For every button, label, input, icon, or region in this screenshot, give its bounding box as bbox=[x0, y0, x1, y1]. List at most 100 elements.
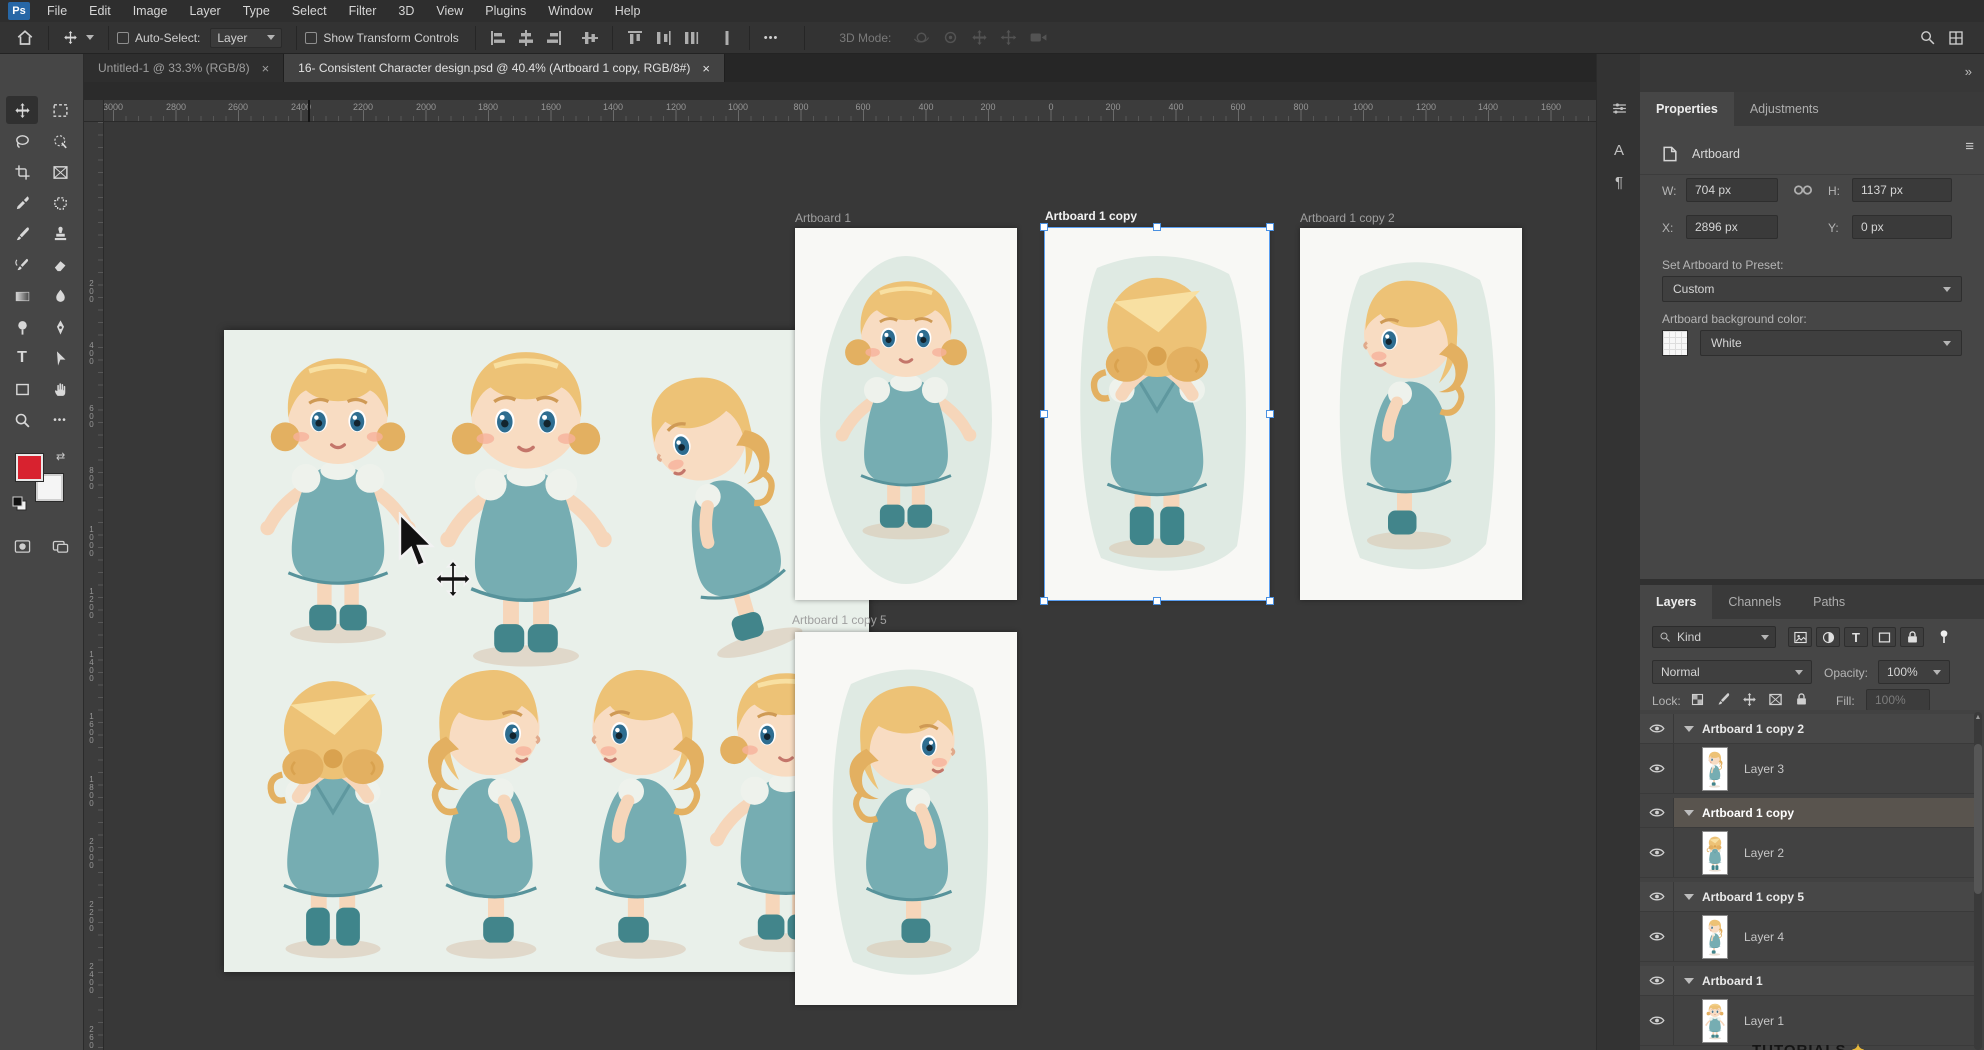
layer-row-layer-3[interactable]: Layer 3 bbox=[1640, 744, 1976, 794]
distribute-horizontal-button[interactable] bbox=[649, 25, 677, 51]
lock-artboard-nesting-button[interactable] bbox=[1766, 690, 1784, 708]
chevron-down-icon[interactable] bbox=[1684, 810, 1694, 816]
chevron-down-icon[interactable] bbox=[1684, 894, 1694, 900]
spot-healing-brush-tool[interactable] bbox=[44, 189, 76, 217]
filter-adjustment-layers-button[interactable] bbox=[1816, 627, 1840, 647]
tab-untitled-1[interactable]: Untitled-1 @ 33.3% (RGB/8) × bbox=[84, 54, 284, 82]
artboard-bg-dropdown[interactable]: White bbox=[1700, 330, 1962, 356]
path-selection-tool[interactable] bbox=[44, 344, 76, 372]
transform-handle-e[interactable] bbox=[1266, 410, 1274, 418]
swap-colors-icon[interactable]: ⇄ bbox=[56, 450, 65, 463]
ruler-vertical[interactable]: 200 400 600 800 1000 1200 1400 1600 1800… bbox=[84, 122, 104, 1050]
lock-position-button[interactable] bbox=[1740, 690, 1758, 708]
search-button[interactable] bbox=[1913, 25, 1942, 51]
layer-filter-kind-dropdown[interactable]: Kind bbox=[1652, 626, 1776, 648]
preset-dropdown[interactable]: Custom bbox=[1662, 276, 1962, 302]
tab-channels[interactable]: Channels bbox=[1712, 585, 1797, 619]
lock-transparency-button[interactable] bbox=[1688, 690, 1706, 708]
layer-thumbnail[interactable] bbox=[1702, 915, 1728, 959]
chevron-down-icon[interactable] bbox=[1684, 978, 1694, 984]
eraser-tool[interactable] bbox=[44, 251, 76, 279]
move-tool[interactable] bbox=[6, 96, 38, 124]
menu-window[interactable]: Window bbox=[537, 0, 603, 22]
ruler-horizontal[interactable]: 3000 2800 2600 2400 2200 2000 1800 1600 … bbox=[84, 100, 1596, 122]
blur-tool[interactable] bbox=[44, 282, 76, 310]
artboard-1-copy-2[interactable] bbox=[1300, 228, 1522, 600]
transform-handle-sw[interactable] bbox=[1040, 597, 1048, 605]
filter-smart-objects-button[interactable] bbox=[1900, 627, 1924, 647]
align-right-edges-button[interactable] bbox=[540, 25, 568, 51]
layer-group-artboard-1[interactable]: Artboard 1 bbox=[1640, 966, 1976, 996]
align-horizontal-centers-button[interactable] bbox=[512, 25, 540, 51]
artboard-label-1[interactable]: Artboard 1 bbox=[795, 211, 851, 225]
layer-group-artboard-1-copy[interactable]: Artboard 1 copy bbox=[1640, 798, 1976, 828]
workspace-switcher-button[interactable] bbox=[1942, 25, 1970, 51]
foreground-color-swatch[interactable] bbox=[16, 454, 43, 481]
tab-character-design[interactable]: 16- Consistent Character design.psd @ 40… bbox=[284, 54, 725, 82]
link-dimensions-icon[interactable] bbox=[1792, 184, 1814, 196]
blend-mode-dropdown[interactable]: Normal bbox=[1652, 660, 1812, 684]
3d-camera-button[interactable] bbox=[1023, 25, 1054, 51]
gradient-tool[interactable] bbox=[6, 282, 38, 310]
visibility-toggle[interactable] bbox=[1640, 966, 1674, 995]
lock-all-button[interactable] bbox=[1792, 690, 1810, 708]
menu-image[interactable]: Image bbox=[122, 0, 179, 22]
filter-type-layers-button[interactable]: T bbox=[1844, 627, 1868, 647]
filter-shape-layers-button[interactable] bbox=[1872, 627, 1896, 647]
menu-file[interactable]: File bbox=[36, 0, 78, 22]
layer-group-artboard-1-copy-5[interactable]: Artboard 1 copy 5 bbox=[1640, 882, 1976, 912]
visibility-toggle[interactable] bbox=[1640, 744, 1674, 793]
filter-pixel-layers-button[interactable] bbox=[1788, 627, 1812, 647]
menu-type[interactable]: Type bbox=[232, 0, 281, 22]
layer-group-artboard-1-copy-2[interactable]: Artboard 1 copy 2 bbox=[1640, 714, 1976, 744]
height-field[interactable]: 1137 px bbox=[1852, 178, 1952, 202]
dodge-tool[interactable] bbox=[6, 313, 38, 341]
transform-handle-ne[interactable] bbox=[1266, 223, 1274, 231]
artboard-1[interactable] bbox=[795, 228, 1017, 600]
layer-row-layer-2[interactable]: Layer 2 bbox=[1640, 828, 1976, 878]
rectangular-marquee-tool[interactable] bbox=[44, 96, 76, 124]
history-brush-tool[interactable] bbox=[6, 251, 38, 279]
3d-slide-button[interactable] bbox=[994, 25, 1023, 51]
layer-thumbnail[interactable] bbox=[1702, 831, 1728, 875]
move-tool-preset[interactable] bbox=[57, 25, 100, 51]
artboard-bg-swatch[interactable] bbox=[1662, 330, 1688, 356]
menu-layer[interactable]: Layer bbox=[178, 0, 231, 22]
visibility-toggle[interactable] bbox=[1640, 996, 1674, 1045]
more-align-options-button[interactable]: ••• bbox=[758, 25, 785, 51]
tab-layers[interactable]: Layers bbox=[1640, 585, 1712, 619]
type-tool[interactable]: T bbox=[6, 344, 38, 372]
artboard-label-1-copy[interactable]: Artboard 1 copy bbox=[1045, 209, 1137, 223]
artboard-label-1-copy-5[interactable]: Artboard 1 copy 5 bbox=[792, 613, 887, 627]
tab-adjustments[interactable]: Adjustments bbox=[1734, 92, 1835, 126]
lock-pixels-button[interactable] bbox=[1714, 690, 1732, 708]
filter-toggle[interactable] bbox=[1936, 627, 1952, 647]
brush-settings-panel-icon[interactable] bbox=[1605, 94, 1633, 122]
reference-image[interactable] bbox=[224, 330, 869, 972]
layer-row-layer-1[interactable]: Layer 1 bbox=[1640, 996, 1976, 1046]
frame-tool[interactable] bbox=[44, 158, 76, 186]
menu-help[interactable]: Help bbox=[604, 0, 652, 22]
align-bottom-edges-button[interactable] bbox=[713, 25, 741, 51]
3d-pan-button[interactable] bbox=[965, 25, 994, 51]
menu-edit[interactable]: Edit bbox=[78, 0, 122, 22]
align-vertical-centers-button[interactable] bbox=[576, 25, 604, 51]
visibility-toggle[interactable] bbox=[1640, 828, 1674, 877]
menu-3d[interactable]: 3D bbox=[387, 0, 425, 22]
pen-tool[interactable] bbox=[44, 313, 76, 341]
transform-handle-s[interactable] bbox=[1153, 597, 1161, 605]
panel-menu-icon[interactable]: ≡ bbox=[1965, 138, 1974, 155]
x-field[interactable]: 2896 px bbox=[1686, 215, 1778, 239]
object-selection-tool[interactable] bbox=[44, 127, 76, 155]
3d-orbit-button[interactable] bbox=[907, 25, 936, 51]
edit-toolbar-button[interactable]: ••• bbox=[44, 406, 76, 434]
canvas[interactable]: Artboard 1 Artboard 1 copy Artboard 1 co… bbox=[84, 100, 1596, 1050]
chevron-down-icon[interactable] bbox=[1684, 726, 1694, 732]
transform-handle-n[interactable] bbox=[1153, 223, 1161, 231]
artboard-1-copy[interactable] bbox=[1045, 228, 1269, 600]
brush-tool[interactable] bbox=[6, 220, 38, 248]
tab-paths[interactable]: Paths bbox=[1797, 585, 1861, 619]
layer-row-layer-4[interactable]: Layer 4 bbox=[1640, 912, 1976, 962]
3d-roll-button[interactable] bbox=[936, 25, 965, 51]
default-colors-icon[interactable] bbox=[12, 496, 28, 512]
